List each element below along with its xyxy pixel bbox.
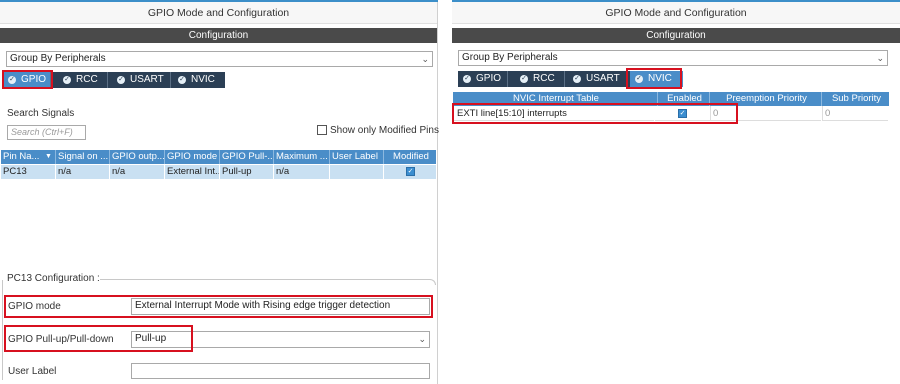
configuration-bar: Configuration [452,28,900,43]
tab-rcc[interactable]: ✓ RCC [58,72,108,88]
highlight-gpio-mode [4,295,433,318]
tab-usart[interactable]: ✓ USART [112,72,171,88]
fieldset-border-left [2,280,3,380]
check-circle-icon: ✓ [178,76,186,84]
tab-label: RCC [533,73,555,84]
user-label-input[interactable] [131,363,430,379]
tab-label: GPIO [476,73,502,84]
group-by-select[interactable]: Group By Peripherals ⌄ [458,50,888,66]
tab-nvic[interactable]: ✓ NVIC [173,72,225,88]
fieldset-border [100,279,430,280]
cell-gpio-pull: Pull-up [220,165,274,179]
cell-sub-priority[interactable]: 0 [822,106,889,121]
sort-arrow-icon: ▼ [45,153,52,160]
panel-title: GPIO Mode and Configuration [0,2,437,24]
highlight-nvic-tab [626,68,682,89]
search-input[interactable]: Search (Ctrl+F) [7,125,86,140]
group-by-select-value: Group By Peripherals [10,53,106,64]
tab-gpio[interactable]: ✓ GPIO [458,71,508,87]
table-row[interactable]: PC13 n/a n/a External Int... Pull-up n/a… [1,165,436,179]
pin-table-header: Pin Na... Signal on ... GPIO outp... GPI… [1,150,436,164]
group-by-select-value: Group By Peripherals [462,52,558,63]
fieldset-corner [430,279,436,285]
cell-pin: PC13 [1,165,56,179]
tab-rcc[interactable]: ✓ RCC [515,71,565,87]
modified-checkbox[interactable]: ✓ [406,167,415,176]
highlight-gpio-tab [2,70,53,89]
column-header[interactable]: Sub Priority [822,92,889,106]
cell-user-label [330,165,384,179]
configuration-bar: Configuration [0,28,437,43]
tab-label: RCC [76,74,98,85]
cell-gpio-output: n/a [110,165,165,179]
column-header[interactable]: Signal on ... [56,150,110,164]
check-circle-icon: ✓ [63,76,71,84]
column-header[interactable]: Modified [384,150,436,164]
tab-label: USART [130,74,164,85]
gpio-config-panel-left: GPIO Mode and Configuration Configuratio… [0,0,439,384]
show-modified-checkbox[interactable] [317,125,327,135]
tab-label: USART [586,73,620,84]
column-header[interactable]: GPIO outp... [110,150,165,164]
cell-maximum: n/a [274,165,330,179]
highlight-gpio-pull [4,325,193,352]
user-label-label: User Label [8,366,57,377]
tab-usart[interactable]: ✓ USART [568,71,628,87]
gpio-config-panel-right: GPIO Mode and Configuration Configuratio… [452,0,900,128]
check-circle-icon: ✓ [573,75,581,83]
search-signals-label: Search Signals [7,108,75,119]
column-header[interactable]: GPIO mode [165,150,220,164]
show-modified-label: Show only Modified Pins [330,125,439,136]
column-header[interactable]: Maximum ... [274,150,330,164]
group-by-select[interactable]: Group By Peripherals ⌄ [6,51,433,67]
check-circle-icon: ✓ [520,75,528,83]
cell-signal: n/a [56,165,110,179]
chevron-down-icon: ⌄ [418,334,426,344]
tab-label: NVIC [191,74,215,85]
cell-gpio-mode: External Int... [167,165,220,179]
highlight-exti-row [452,103,738,124]
check-circle-icon: ✓ [463,75,471,83]
check-circle-icon: ✓ [117,76,125,84]
panel-title: GPIO Mode and Configuration [452,2,900,24]
column-header[interactable]: User Label [330,150,384,164]
pc13-config-title: PC13 Configuration : [7,273,100,284]
chevron-down-icon: ⌄ [421,54,429,64]
chevron-down-icon: ⌄ [876,53,884,63]
column-header[interactable]: GPIO Pull-... [220,150,274,164]
